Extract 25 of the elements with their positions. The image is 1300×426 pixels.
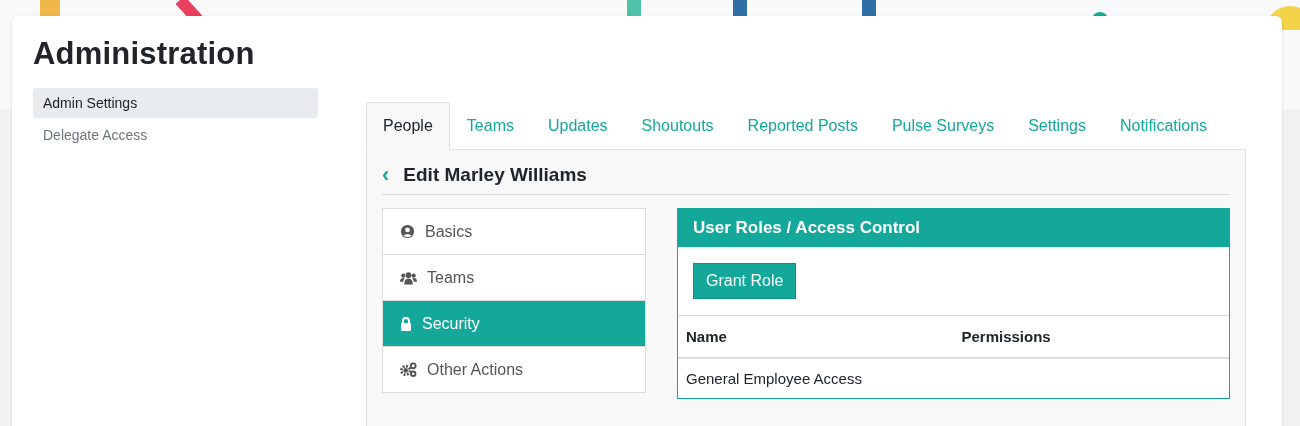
column-header: Permissions [961,328,1051,345]
menu-item[interactable]: Other Actions [383,346,645,392]
tab[interactable]: Teams [449,102,531,150]
tab[interactable]: Updates [530,102,625,150]
back-link[interactable]: ‹ [382,165,390,185]
tab[interactable]: Pulse Surveys [874,102,1012,150]
editor-title: Edit Marley Williams [403,164,587,186]
tab[interactable]: Settings [1011,102,1103,150]
sidebar-item[interactable]: Admin Settings [33,88,318,118]
table-cell: General Employee Access [686,370,862,387]
column-header: Name [686,328,727,345]
gears-icon [400,362,417,377]
grant-role-button[interactable]: Grant Role [693,263,797,299]
lock-icon [400,316,412,331]
tab[interactable]: Reported Posts [730,102,875,150]
user-icon [400,224,415,239]
panel-header: User Roles / Access Control [678,209,1229,247]
tab[interactable]: Shoutouts [624,102,731,150]
menu-item[interactable]: Basics [383,209,645,254]
tab[interactable]: Notifications [1102,102,1225,150]
menu-item[interactable]: Security [383,300,645,346]
page-title: Administration [33,35,256,73]
sidebar-item[interactable]: Delegate Access [33,120,318,150]
users-icon [400,270,417,285]
tab[interactable]: People [366,102,450,150]
